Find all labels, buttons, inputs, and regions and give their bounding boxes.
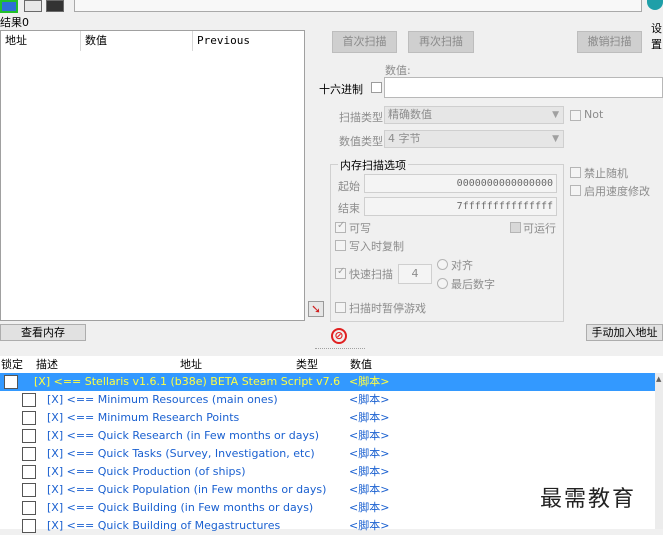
row-value: <脚本> xyxy=(349,393,390,406)
align-radio[interactable] xyxy=(437,259,448,270)
value-input[interactable] xyxy=(384,77,663,98)
lock-checkbox[interactable] xyxy=(22,411,36,425)
fast-scan-alignment-input[interactable]: 4 xyxy=(398,264,432,284)
memory-scan-options-label: 内存扫描选项 xyxy=(338,157,408,173)
last-digit-label: 最后数字 xyxy=(451,278,495,291)
table-row[interactable]: [X] <== Quick Tasks (Survey, Investigati… xyxy=(0,445,655,463)
scan-results-list[interactable]: 地址 数值 Previous xyxy=(0,30,305,321)
table-scrollbar[interactable]: ▲ xyxy=(655,373,663,529)
row-description: [X] <== Minimum Research Points xyxy=(47,411,240,424)
open-process-icon[interactable] xyxy=(0,0,18,13)
undo-scan-button[interactable]: 撤销扫描 xyxy=(577,31,642,53)
row-value: <脚本> xyxy=(349,411,390,424)
fast-scan-checkbox[interactable] xyxy=(335,266,346,279)
add-address-manually-button[interactable]: 手动加入地址 xyxy=(586,324,663,341)
table-row[interactable]: [X] <== Quick Building of Megastructures… xyxy=(0,517,655,535)
view-memory-button[interactable]: 查看内存 xyxy=(0,324,86,341)
results-count: 结果0 xyxy=(0,16,29,29)
end-address-input[interactable]: 7fffffffffffffff xyxy=(364,197,557,216)
speedhack-checkbox[interactable] xyxy=(570,185,581,196)
column-address[interactable]: 地址 xyxy=(1,31,81,51)
chevron-down-icon: ▼ xyxy=(552,110,559,120)
lock-checkbox[interactable] xyxy=(22,501,36,515)
disable-random-label: 禁止随机 xyxy=(584,167,628,180)
row-description: [X] <== Quick Tasks (Survey, Investigati… xyxy=(47,447,315,460)
cheat-table-header: 锁定 描述 地址 类型 数值 xyxy=(0,356,663,374)
value-type-select[interactable]: 4 字节 ▼ xyxy=(384,130,564,148)
row-value: <脚本> xyxy=(349,465,390,478)
lock-checkbox[interactable] xyxy=(22,465,36,479)
row-value: <脚本> xyxy=(349,501,390,514)
copy-on-write-checkbox[interactable] xyxy=(335,240,346,251)
watermark: 最需教育 xyxy=(540,487,637,512)
start-label: 起始 xyxy=(338,180,360,193)
next-scan-button[interactable]: 再次扫描 xyxy=(408,31,474,53)
row-description: [X] <== Quick Research (in Few months or… xyxy=(47,429,320,442)
table-row[interactable]: [X] <== Minimum Research Points <脚本> xyxy=(0,409,655,427)
fast-scan-label: 快速扫描 xyxy=(349,268,393,281)
lock-checkbox[interactable] xyxy=(22,429,36,443)
executable-checkbox[interactable] xyxy=(510,222,521,233)
open-file-icon[interactable] xyxy=(24,0,42,12)
header-address[interactable]: 地址 xyxy=(180,356,202,373)
copy-on-write-label: 写入时复制 xyxy=(349,240,404,253)
header-value[interactable]: 数值 xyxy=(350,356,372,373)
speedhack-label: 启用速度修改 xyxy=(584,185,650,198)
value-type-value: 4 字节 xyxy=(388,132,421,145)
table-row[interactable]: [X] <== Minimum Resources (main ones) <脚… xyxy=(0,391,655,409)
row-description: [X] <== Quick Building (in Few months or… xyxy=(47,501,314,514)
row-description: [X] <== Quick Population (in Few months … xyxy=(47,483,327,496)
table-row[interactable]: [X] <== Stellaris v1.6.1 (b38e) BETA Ste… xyxy=(0,373,655,391)
scan-type-select[interactable]: 精确数值 ▼ xyxy=(384,106,564,124)
row-description: [X] <== Quick Production (of ships) xyxy=(47,465,246,478)
pause-game-label: 扫描时暂停游戏 xyxy=(349,302,426,315)
start-address-input[interactable]: 0000000000000000 xyxy=(364,174,557,193)
column-value[interactable]: 数值 xyxy=(81,31,193,51)
row-value: <脚本> xyxy=(349,519,390,532)
scan-type-value: 精确数值 xyxy=(388,108,432,121)
column-previous[interactable]: Previous xyxy=(193,31,303,51)
writable-label: 可写 xyxy=(349,222,371,235)
hex-label: 十六进制 xyxy=(319,83,363,96)
value-type-label: 数值类型 xyxy=(339,135,383,148)
end-label: 结束 xyxy=(338,202,360,215)
stop-icon[interactable]: ⊘ xyxy=(331,328,347,344)
chevron-down-icon: ▼ xyxy=(552,134,559,144)
row-value: <脚本> xyxy=(349,429,390,442)
lock-checkbox[interactable] xyxy=(22,447,36,461)
executable-label: 可运行 xyxy=(523,222,556,235)
lock-checkbox[interactable] xyxy=(4,375,18,389)
lock-checkbox[interactable] xyxy=(22,483,36,497)
row-description: [X] <== Stellaris v1.6.1 (b38e) BETA Ste… xyxy=(34,375,341,388)
pause-game-checkbox[interactable] xyxy=(335,302,346,313)
last-digit-radio[interactable] xyxy=(437,278,448,289)
add-to-list-arrow-icon[interactable]: ➘ xyxy=(308,301,324,317)
first-scan-button[interactable]: 首次扫描 xyxy=(332,31,397,53)
row-description: [X] <== Quick Building of Megastructures xyxy=(47,519,281,532)
value-label: 数值: xyxy=(385,64,411,77)
lock-checkbox[interactable] xyxy=(22,519,36,533)
header-description[interactable]: 描述 xyxy=(36,356,58,373)
process-name-bar xyxy=(74,0,642,12)
row-value: <脚本> xyxy=(349,483,390,496)
header-type[interactable]: 类型 xyxy=(296,356,318,373)
align-label: 对齐 xyxy=(451,259,473,272)
settings-label[interactable]: 设置 xyxy=(651,20,663,52)
not-checkbox[interactable] xyxy=(570,110,581,121)
scroll-up-icon[interactable]: ▲ xyxy=(656,375,661,383)
row-value: <脚本> xyxy=(349,375,390,388)
writable-checkbox[interactable] xyxy=(335,220,346,233)
header-lock[interactable]: 锁定 xyxy=(1,356,23,373)
table-row[interactable]: [X] <== Quick Production (of ships) <脚本> xyxy=(0,463,655,481)
splitter-handle[interactable] xyxy=(315,348,365,352)
not-label: Not xyxy=(584,108,604,121)
lock-checkbox[interactable] xyxy=(22,393,36,407)
row-description: [X] <== Minimum Resources (main ones) xyxy=(47,393,278,406)
scan-type-label: 扫描类型 xyxy=(339,111,383,124)
row-value: <脚本> xyxy=(349,447,390,460)
save-icon[interactable] xyxy=(46,0,64,12)
table-row[interactable]: [X] <== Quick Research (in Few months or… xyxy=(0,427,655,445)
disable-random-checkbox[interactable] xyxy=(570,167,581,178)
hex-checkbox[interactable] xyxy=(371,82,382,93)
